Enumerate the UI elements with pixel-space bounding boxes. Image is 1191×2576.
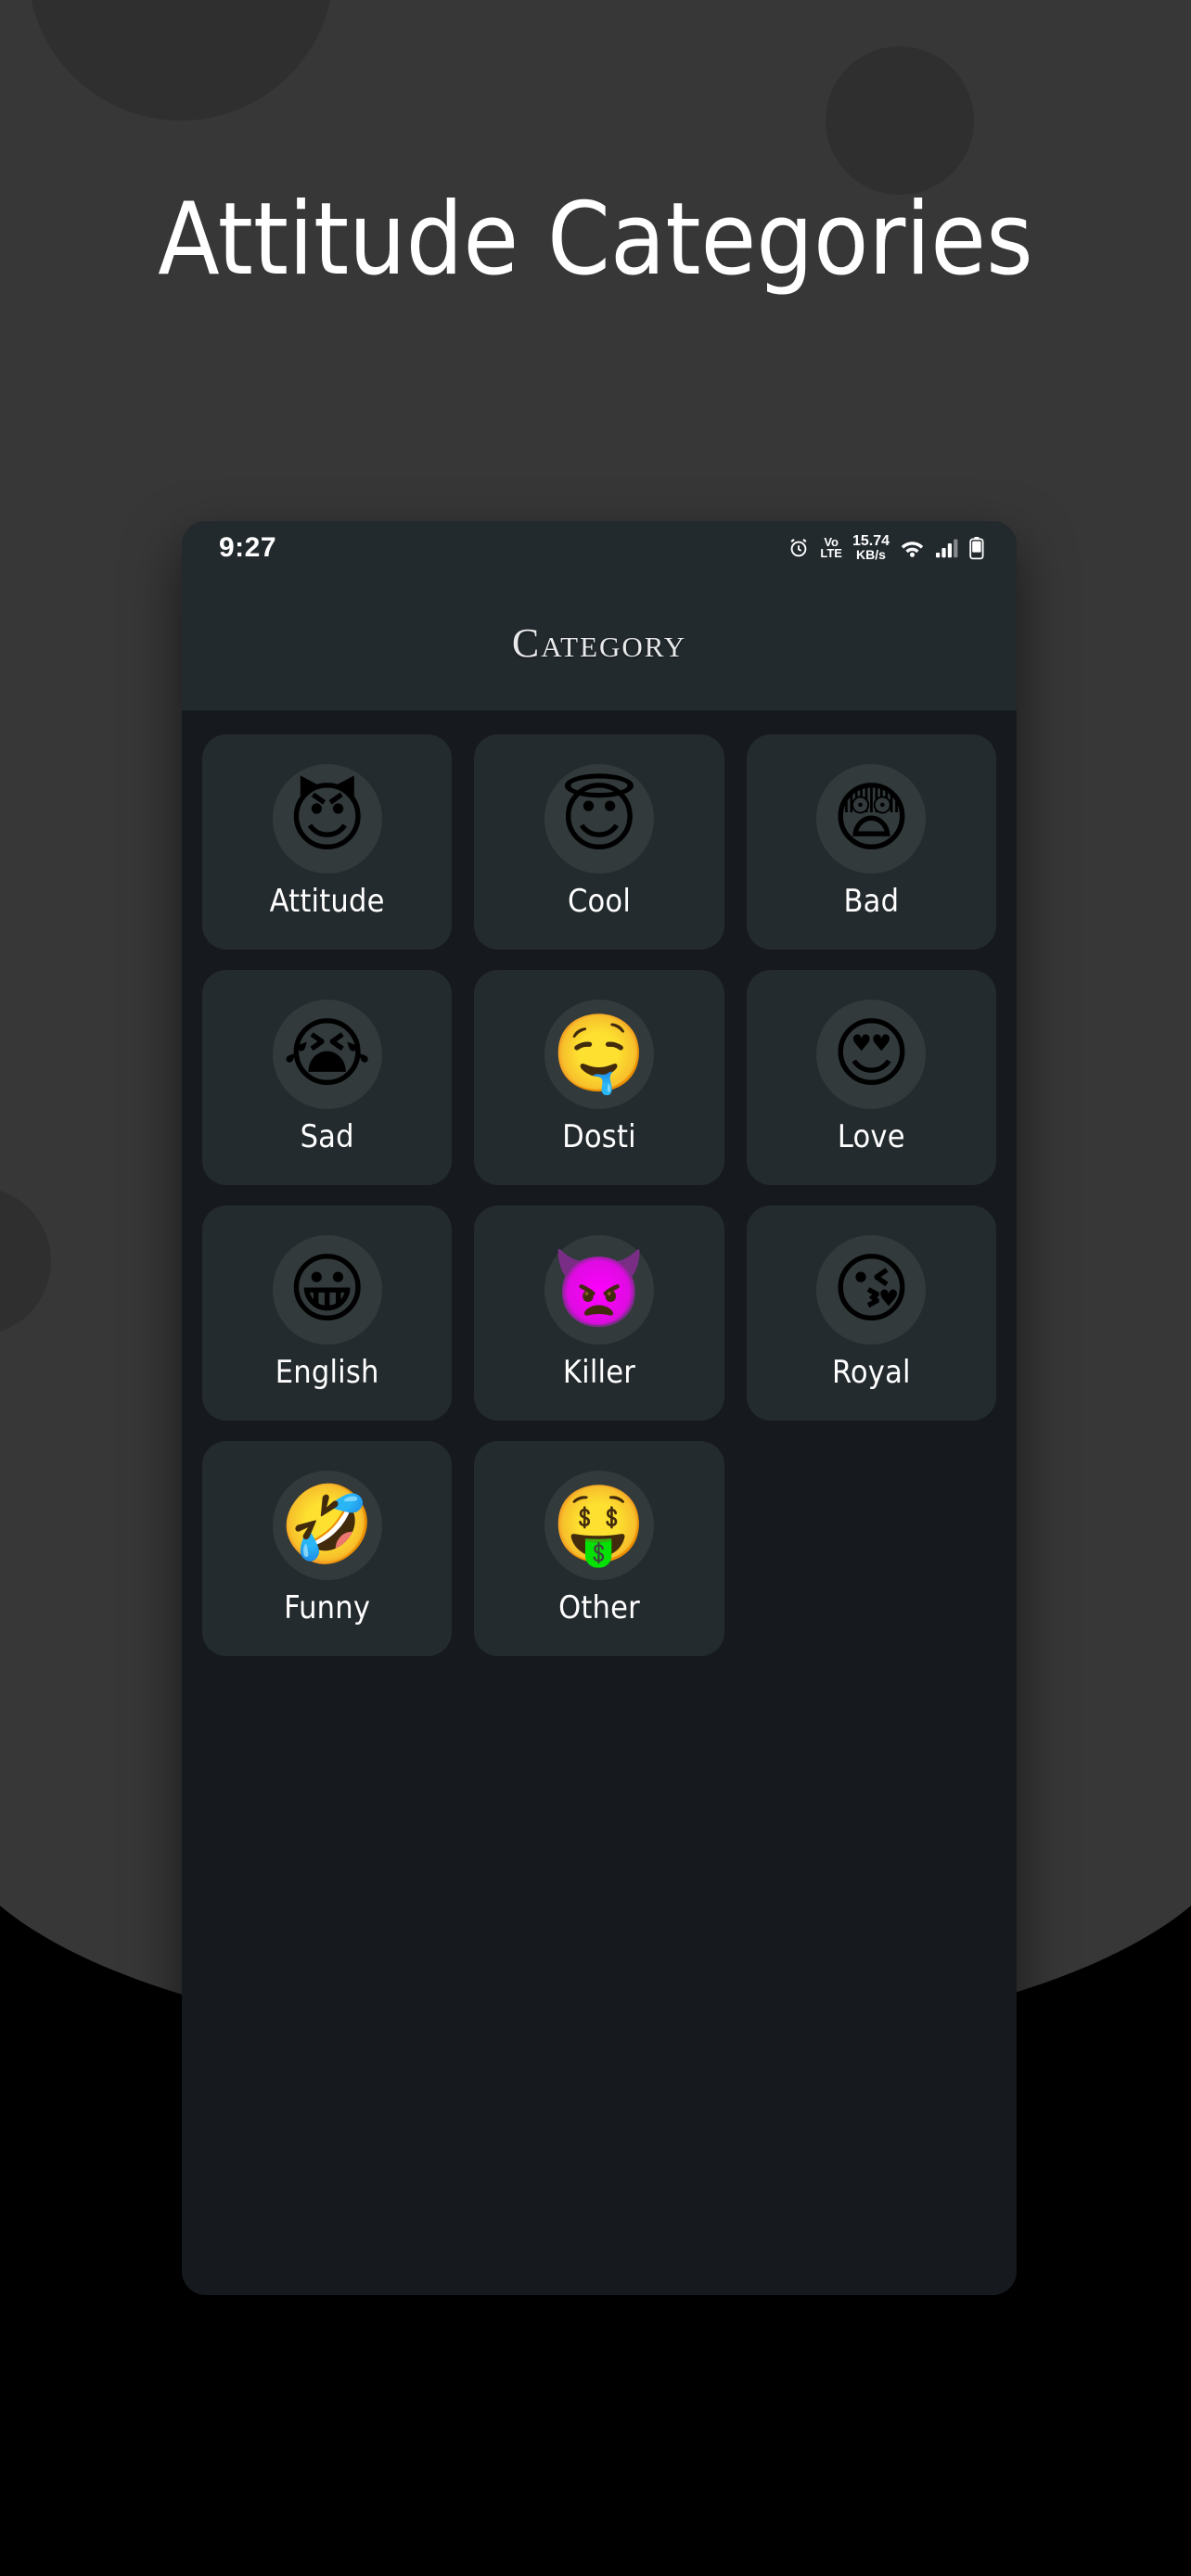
grinning-face-emoji: 😀 [272, 1235, 382, 1345]
category-label: Other [558, 1589, 640, 1626]
category-label: Love [837, 1118, 905, 1155]
status-bar-icons: Vo LTE 15.74 KB/s [788, 534, 985, 561]
category-label: Bad [843, 883, 900, 920]
category-content-area: 😈 Attitude 😇 Cool 😨 Bad 😭 Sad 🤤 Dosti 😍 … [182, 710, 1017, 2295]
category-tile-dosti[interactable]: 🤤 Dosti [474, 970, 724, 1185]
category-tile-english[interactable]: 😀 English [202, 1205, 453, 1421]
decorative-circle-left [0, 1187, 51, 1335]
category-label: Royal [831, 1354, 911, 1391]
smiling-face-with-heart-eyes-emoji: 😍 [816, 1000, 927, 1109]
loudly-crying-face-emoji: 😭 [272, 1000, 382, 1109]
category-label: Sad [300, 1118, 354, 1155]
category-tile-cool[interactable]: 😇 Cool [474, 734, 724, 950]
category-tile-bad[interactable]: 😨 Bad [746, 734, 996, 950]
screenshot-root: Attitude Categories 9:27 Vo LTE 15.74 KB… [0, 0, 1191, 2576]
network-speed-indicator: 15.74 KB/s [852, 533, 890, 562]
battery-icon [968, 536, 985, 560]
status-bar: 9:27 Vo LTE 15.74 KB/s [182, 521, 1017, 575]
status-bar-clock: 9:27 [219, 532, 277, 563]
category-tile-other[interactable]: 🤑 Other [474, 1441, 724, 1656]
angry-face-with-horns-emoji: 👿 [544, 1235, 654, 1345]
category-label: English [275, 1354, 379, 1391]
phone-screenshot: 9:27 Vo LTE 15.74 KB/s Category 😈 Attitu… [182, 521, 1017, 2295]
category-label: Killer [562, 1354, 636, 1391]
smiling-face-with-halo-emoji: 😇 [544, 764, 654, 874]
drooling-face-emoji: 🤤 [544, 1000, 654, 1109]
page-title: Attitude Categories [158, 182, 1033, 298]
face-blowing-a-kiss-emoji: 😘 [816, 1235, 927, 1345]
decorative-circle-top-left [28, 0, 334, 121]
alarm-clock-icon [788, 537, 810, 559]
decorative-circle-top-right [826, 46, 974, 195]
category-label: Dosti [562, 1118, 636, 1155]
fearful-face-emoji: 😨 [816, 764, 927, 874]
cellular-signal-icon [935, 538, 958, 558]
smiling-face-with-horns-emoji: 😈 [272, 764, 382, 874]
wifi-icon [900, 538, 925, 558]
app-bar: Category [182, 575, 1017, 710]
category-grid-empty-slot [747, 1441, 996, 1656]
money-mouth-face-emoji: 🤑 [544, 1471, 654, 1580]
category-tile-attitude[interactable]: 😈 Attitude [202, 734, 453, 950]
volte-indicator: Vo LTE [820, 534, 842, 560]
category-tile-killer[interactable]: 👿 Killer [474, 1205, 724, 1421]
rolling-on-the-floor-laughing-emoji: 🤣 [272, 1471, 382, 1580]
category-label: Funny [284, 1589, 371, 1626]
category-grid: 😈 Attitude 😇 Cool 😨 Bad 😭 Sad 🤤 Dosti 😍 … [202, 734, 996, 1656]
category-tile-funny[interactable]: 🤣 Funny [202, 1441, 453, 1656]
category-tile-royal[interactable]: 😘 Royal [746, 1205, 996, 1421]
category-label: Attitude [269, 883, 385, 920]
category-tile-love[interactable]: 😍 Love [746, 970, 996, 1185]
category-tile-sad[interactable]: 😭 Sad [202, 970, 453, 1185]
category-label: Cool [567, 883, 632, 920]
app-bar-title: Category [511, 619, 687, 666]
